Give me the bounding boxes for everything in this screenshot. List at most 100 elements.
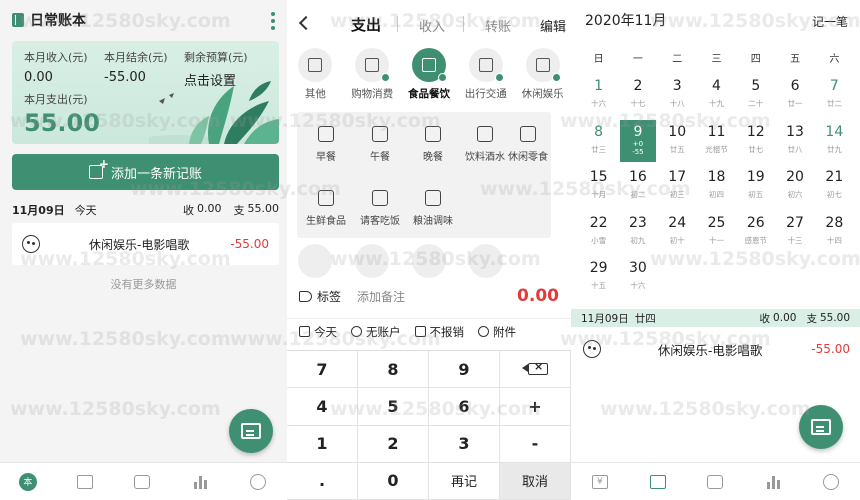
record-item[interactable]: 休闲娱乐-电影唱歌 -55.00 [12,223,279,265]
home-tab-icon[interactable]: ¥ [590,472,610,492]
key-6[interactable]: 6 [429,388,500,426]
lunar-date: 十一 [708,235,724,245]
calendar-day[interactable]: 24 初十 [658,211,697,257]
calendar-day[interactable]: 19 初五 [736,165,775,211]
key-3[interactable]: 3 [429,425,500,463]
category-entertainment[interactable]: 休闲娱乐 [515,48,571,106]
key-dot[interactable]: . [287,462,358,500]
calendar-day[interactable]: 27 十三 [775,211,814,257]
ledger-title[interactable]: 日常账本 [30,10,86,30]
calendar-day[interactable]: 5 二十 [736,74,775,120]
calendar-day[interactable]: 20 初六 [775,165,814,211]
back-arrow-icon[interactable] [298,15,314,31]
key-minus[interactable]: - [500,425,571,463]
calendar-day[interactable]: 12 廿七 [736,120,775,166]
tag-icon[interactable] [299,290,312,302]
key-1[interactable]: 1 [287,425,358,463]
calendar-day[interactable]: 10 廿五 [658,120,697,166]
calendar-day[interactable]: 8 廿三 [579,120,618,166]
category-education[interactable] [355,244,390,278]
category-transport[interactable]: 出行交通 [458,48,514,106]
calendar-record-item[interactable]: 休闲娱乐-电影唱歌 -55.00 [579,332,854,366]
calendar-day[interactable]: 7 廿二 [815,74,854,120]
key-7[interactable]: 7 [287,351,358,389]
quick-record-fab[interactable] [229,409,273,453]
key-9[interactable]: 9 [429,351,500,389]
cancel-button[interactable]: 取消 [500,462,571,500]
profile-tab-icon[interactable] [821,472,841,492]
calendar-day[interactable]: 1 十六 [579,74,618,120]
tag-button[interactable]: 标签 [317,288,341,305]
key-plus[interactable]: + [500,388,571,426]
lunar-date: 初九 [630,235,646,245]
category-other[interactable]: 其他 [287,48,343,106]
calendar-day[interactable]: 21 初七 [815,165,854,211]
calendar-day[interactable]: 16 初二 [618,165,657,211]
month-selector[interactable]: 2020年11月 [585,10,666,30]
chart-tab-icon[interactable] [763,472,783,492]
home-tab-icon[interactable]: 本 [18,472,37,491]
calendar-tab-icon[interactable] [75,472,95,492]
day-number: 1 [594,78,604,94]
sub-dinner[interactable]: 晚餐 [408,126,458,163]
add-record-link[interactable]: 记一笔 [812,13,848,30]
calendar-day[interactable]: 6 廿一 [775,74,814,120]
sub-breakfast[interactable]: 早餐 [301,126,351,163]
calendar-day[interactable]: 17 初三 [658,165,697,211]
account-option[interactable]: 无账户 [351,324,401,340]
calendar-day[interactable]: 26 感恩节 [736,211,775,257]
note-input[interactable]: 添加备注 [357,288,517,305]
calendar-day[interactable]: 14 廿九 [815,120,854,166]
cloche-icon [372,190,388,206]
tab-transfer[interactable]: 转账 [485,16,511,35]
quick-record-fab[interactable] [799,405,843,449]
day-number: 4 [712,78,721,94]
calendar-day[interactable]: 3 十八 [658,74,697,120]
category-food[interactable]: 食品餐饮 [401,48,457,106]
add-record-button[interactable]: 添加一条新记账 [12,154,279,190]
key-5[interactable]: 5 [358,388,429,426]
calendar-day[interactable]: 4 十九 [697,74,736,120]
calendar-day[interactable]: 13 廿八 [775,120,814,166]
calendar-day[interactable]: 28 十四 [815,211,854,257]
edit-button[interactable]: 编辑 [540,16,566,35]
profile-tab-icon[interactable] [248,472,268,492]
calendar-day[interactable]: 29 十五 [579,256,618,302]
category-medical[interactable] [468,244,503,278]
sub-fresh-food[interactable]: 生鲜食品 [301,190,351,227]
category-more-1[interactable] [298,244,333,278]
sub-lunch[interactable]: 午餐 [355,126,405,163]
calendar-day[interactable]: 18 初四 [697,165,736,211]
calendar-day[interactable]: 23 初九 [618,211,657,257]
calendar-icon [299,326,310,337]
key-2[interactable]: 2 [358,425,429,463]
key-8[interactable]: 8 [358,351,429,389]
date-option[interactable]: 今天 [299,324,337,340]
calendar-day[interactable]: 30 十六 [618,256,657,302]
calendar-day[interactable]: 11 光棍节 [697,120,736,166]
calendar-tab-icon[interactable] [648,472,668,492]
attachment-option[interactable]: 附件 [478,324,516,340]
more-menu-icon[interactable] [271,12,275,30]
calendar-day[interactable]: 22 小雪 [579,211,618,257]
sub-snacks[interactable]: 休闲零食 [503,126,553,163]
reimburse-option[interactable]: 不报销 [414,324,464,340]
record-again-button[interactable]: 再记 [429,462,500,500]
wallet-tab-icon[interactable] [705,472,725,492]
wallet-tab-icon[interactable] [132,472,152,492]
sub-grocery[interactable]: 粮油调味 [408,190,458,227]
category-shopping[interactable]: 购物消费 [344,48,400,106]
backspace-key[interactable] [500,351,571,389]
chart-tab-icon[interactable] [190,472,210,492]
calendar-day[interactable]: 2 十七 [618,74,657,120]
calendar-day[interactable]: 9 +0 -55 [619,119,656,162]
key-0[interactable]: 0 [358,462,429,500]
calendar-day[interactable]: 15 十月 [579,165,618,211]
tab-income[interactable]: 收入 [419,16,445,35]
category-gift[interactable] [411,244,446,278]
lunar-date: 廿八 [787,144,803,154]
key-4[interactable]: 4 [287,388,358,426]
tab-expense[interactable]: 支出 [351,14,381,35]
calendar-day[interactable]: 25 十一 [697,211,736,257]
sub-treat[interactable]: 请客吃饭 [355,190,405,227]
